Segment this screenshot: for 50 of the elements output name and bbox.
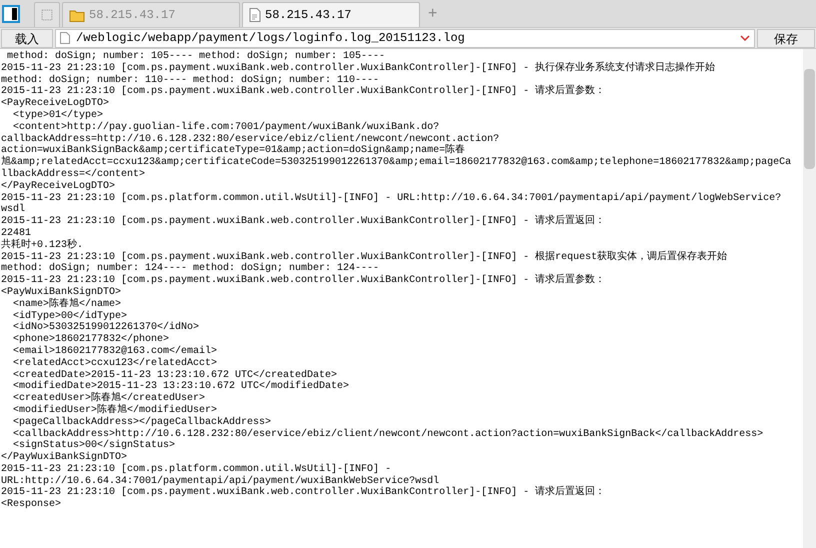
log-line: <modifiedUser>陈春旭</modifiedUser>	[12, 404, 218, 416]
log-line: <idNo>530325199012261370</idNo>	[12, 322, 200, 334]
log-line: 2015-11-23 21:23:10 [com.ps.payment.wuxiBank.web.controller.WuxiBankController]-[INFO] - 请求后置参数：	[1, 86, 606, 98]
load-button[interactable]: 载入	[1, 28, 53, 48]
log-line: <createdDate>2015-11-23 13:23:10.672 UTC</createdDate>	[12, 370, 338, 381]
log-line: method: doSign; number: 124---- method: doSign; number: 124----	[1, 263, 380, 274]
log-line: <relatedAcct>ccxu123</relatedAcct>	[12, 358, 218, 370]
save-button[interactable]: 保存	[757, 28, 815, 48]
log-line: <signStatus>00</signStatus>	[12, 440, 176, 452]
log-line: 2015-11-23 21:23:10 [com.ps.payment.wuxiBank.web.controller.WuxiBankController]-[INFO] - 执行保存业务系统支付请求日志操作开始	[1, 62, 716, 74]
log-line: <modifiedDate>2015-11-23 13:23:10.672 UTC</modifiedDate>	[12, 381, 350, 392]
log-line: method: doSign; number: 105---- method: doSign; number: 105----	[6, 51, 386, 62]
folder-icon	[69, 8, 85, 22]
log-line: <pageCallbackAddress></pageCallbackAddress>	[12, 416, 272, 428]
log-line: <content>http://pay.guolian-life.com:7001/payment/wuxiBank/wuxiBank.do?	[12, 122, 440, 134]
log-line: 2015-11-23 21:23:10 [com.ps.payment.wuxiBank.web.controller.WuxiBankController]-[INFO] - 请求后置参数：	[1, 275, 606, 286]
log-line: <email>18602177832@163.com</email>	[12, 346, 218, 358]
dropdown-caret-icon[interactable]	[740, 35, 750, 41]
log-line: </PayReceiveLogDTO>	[1, 180, 116, 193]
log-line: <createdUser>陈春旭</createdUser>	[12, 393, 206, 404]
log-line: action=wuxiBankSignBack&amp;certificateType=01&amp;action=doSign&amp;name=陈春	[1, 145, 466, 156]
document-icon	[60, 32, 70, 44]
log-line: 旭&amp;relatedAcct=ccxu123&amp;certificateCode=530325199012261370&amp;email=18602177832@163.com&amp;telephone=18602177832&amp;pageCa	[1, 157, 792, 168]
log-line: <idType>00</idType>	[12, 310, 128, 322]
log-line: wsdl	[1, 204, 26, 216]
log-line: 2015-11-23 21:23:10 [com.ps.payment.wuxiBank.web.controller.WuxiBankController]-[INFO] - 请求后置返回：	[1, 487, 606, 499]
log-line: <callbackAddress>http://10.6.128.232:80/eservice/ebiz/client/newcont/newcont.action?action=wuxiBankSignBack</callbackAddress>	[12, 428, 764, 440]
log-line: 22481	[1, 228, 32, 239]
log-line: llbackAddress=</content>	[1, 168, 146, 180]
log-line: callbackAddress=http://10.6.128.232:80/eservice/ebiz/client/newcont/newcont.action?	[1, 134, 500, 145]
log-line: <phone>18602177832</phone>	[12, 334, 170, 346]
log-line: 2015-11-23 21:23:10 [com.ps.platform.common.util.WsUtil]-[INFO] -	[1, 464, 392, 476]
dashed-square-icon	[41, 7, 53, 23]
log-line: method: doSign; number: 110---- method: doSign; number: 110----	[1, 74, 380, 86]
log-line: <Response>	[1, 499, 62, 512]
log-line: <PayReceiveLogDTO>	[1, 98, 110, 110]
panel-toggle-icon[interactable]	[2, 4, 20, 22]
log-line: 2015-11-23 21:23:10 [com.ps.payment.wuxiBank.web.controller.WuxiBankController]-[INFO] - 请求后置返回：	[1, 216, 606, 228]
log-line: 共耗时+0.123秒.	[1, 240, 84, 252]
log-line: </PayWuxiBankSignDTO>	[1, 452, 128, 464]
log-line: URL:http://10.6.64.34:7001/paymentapi/api/payment/wuxiBankWebService?wsdl	[1, 476, 440, 487]
log-line: 2015-11-23 21:23:10 [com.ps.payment.wuxiBank.web.controller.WuxiBankController]-[INFO] - 根据request获取实体，调后置保存表开始	[1, 252, 728, 263]
log-line: 2015-11-23 21:23:10 [com.ps.platform.common.util.WsUtil]-[INFO] - URL:http://10.6.64.34:7001/paymentapi/api/payment/logWebService?	[1, 192, 782, 204]
log-line: <name>陈春旭</name>	[12, 298, 122, 310]
path-field[interactable]: /weblogic/webapp/payment/logs/loginfo.log_20151123.log	[55, 28, 755, 48]
scrollbar[interactable]	[803, 49, 816, 548]
tab[interactable]: 58.215.43.17	[242, 2, 420, 27]
document-icon	[249, 8, 261, 22]
log-line: <PayWuxiBankSignDTO>	[1, 286, 122, 298]
log-line: <type>01</type>	[12, 110, 104, 122]
